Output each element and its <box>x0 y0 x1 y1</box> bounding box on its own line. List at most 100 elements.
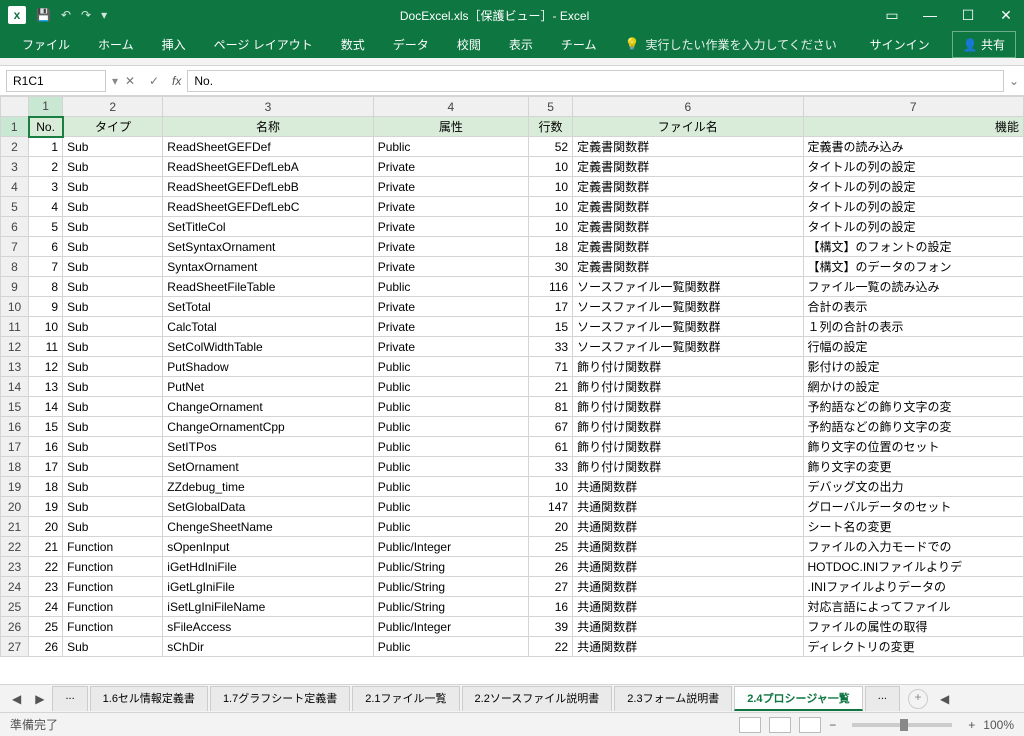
sheet-tab[interactable]: ... <box>865 686 900 711</box>
cell[interactable]: 定義書関数群 <box>573 137 803 157</box>
zoom-in-icon[interactable]: + <box>968 718 975 732</box>
cell[interactable]: ファイルの入力モードでの <box>803 537 1023 557</box>
cell[interactable]: Private <box>373 157 528 177</box>
cell[interactable]: 11 <box>29 337 63 357</box>
cell[interactable]: Sub <box>63 477 163 497</box>
cell[interactable]: 10 <box>29 317 63 337</box>
row-header[interactable]: 7 <box>1 237 29 257</box>
share-button[interactable]: 👤 共有 <box>952 31 1016 58</box>
column-header[interactable]: 5 <box>529 97 573 117</box>
cell[interactable]: 18 <box>529 237 573 257</box>
column-header[interactable]: 2 <box>63 97 163 117</box>
column-header[interactable]: 6 <box>573 97 803 117</box>
header-cell[interactable]: 機能 <box>803 117 1023 137</box>
sign-in[interactable]: サインイン <box>860 32 940 57</box>
cell[interactable]: 飾り文字の変更 <box>803 457 1023 477</box>
cell[interactable]: 【構文】のフォントの設定 <box>803 237 1023 257</box>
sheet-tab[interactable]: 2.2ソースファイル説明書 <box>462 686 613 711</box>
cell[interactable]: Sub <box>63 517 163 537</box>
row-header[interactable]: 5 <box>1 197 29 217</box>
cell[interactable]: 15 <box>529 317 573 337</box>
cell[interactable]: 20 <box>529 517 573 537</box>
cell[interactable]: ReadSheetFileTable <box>163 277 373 297</box>
cell[interactable]: 22 <box>29 557 63 577</box>
cell[interactable]: iGetHdIniFile <box>163 557 373 577</box>
cell[interactable]: タイトルの列の設定 <box>803 157 1023 177</box>
cell[interactable]: Sub <box>63 277 163 297</box>
row-header[interactable]: 13 <box>1 357 29 377</box>
cell[interactable]: 10 <box>529 217 573 237</box>
column-header[interactable]: 4 <box>373 97 528 117</box>
sheet-tab[interactable]: 2.3フォーム説明書 <box>614 686 732 711</box>
cell[interactable]: 16 <box>29 437 63 457</box>
cell[interactable]: 3 <box>29 177 63 197</box>
cell[interactable]: Sub <box>63 237 163 257</box>
cell[interactable]: SyntaxOrnament <box>163 257 373 277</box>
row-header[interactable]: 24 <box>1 577 29 597</box>
cell[interactable]: Public <box>373 277 528 297</box>
cell[interactable]: Public/Integer <box>373 617 528 637</box>
add-sheet-button[interactable]: + <box>908 689 928 709</box>
header-cell[interactable]: ファイル名 <box>573 117 803 137</box>
cell[interactable]: 合計の表示 <box>803 297 1023 317</box>
column-header[interactable]: 1 <box>29 97 63 117</box>
ribbon-tab[interactable]: ホーム <box>84 32 148 57</box>
cell[interactable]: Function <box>63 577 163 597</box>
cell[interactable]: 定義書関数群 <box>573 177 803 197</box>
header-cell[interactable]: 属性 <box>373 117 528 137</box>
cell[interactable]: デバッグ文の出力 <box>803 477 1023 497</box>
cell[interactable]: 共通関数群 <box>573 637 803 657</box>
cell[interactable]: シート名の変更 <box>803 517 1023 537</box>
cell[interactable]: Sub <box>63 377 163 397</box>
cell[interactable]: 10 <box>529 477 573 497</box>
cell[interactable]: Function <box>63 537 163 557</box>
cell[interactable]: 16 <box>529 597 573 617</box>
close-icon[interactable]: ✕ <box>996 7 1016 24</box>
cell[interactable]: Public <box>373 517 528 537</box>
cell[interactable]: Public <box>373 637 528 657</box>
cell[interactable]: ChangeOrnament <box>163 397 373 417</box>
fx-icon[interactable]: fx <box>166 74 187 88</box>
sheet-tab[interactable]: 1.6セル情報定義書 <box>90 686 208 711</box>
column-header[interactable]: 7 <box>803 97 1023 117</box>
select-all[interactable] <box>1 97 29 117</box>
cell[interactable]: 飾り付け関数群 <box>573 417 803 437</box>
cell[interactable]: SetGlobalData <box>163 497 373 517</box>
cell[interactable]: 6 <box>29 237 63 257</box>
cell[interactable]: 7 <box>29 257 63 277</box>
row-header[interactable]: 17 <box>1 437 29 457</box>
cancel-formula-icon[interactable]: ✕ <box>118 74 142 88</box>
cell[interactable]: Function <box>63 617 163 637</box>
ribbon-tab[interactable]: 校閲 <box>443 32 495 57</box>
cell[interactable]: 共通関数群 <box>573 537 803 557</box>
row-header[interactable]: 25 <box>1 597 29 617</box>
cell[interactable]: 飾り付け関数群 <box>573 397 803 417</box>
ribbon-tab[interactable]: チーム <box>547 32 611 57</box>
cell[interactable]: 5 <box>29 217 63 237</box>
cell[interactable]: .INIファイルよりデータの <box>803 577 1023 597</box>
cell[interactable]: Sub <box>63 357 163 377</box>
cell[interactable]: Public/String <box>373 557 528 577</box>
view-page-break-icon[interactable] <box>799 717 821 733</box>
row-header[interactable]: 10 <box>1 297 29 317</box>
cell[interactable]: Private <box>373 297 528 317</box>
cell[interactable]: sChDir <box>163 637 373 657</box>
cell[interactable]: Public <box>373 437 528 457</box>
view-normal-icon[interactable] <box>739 717 761 733</box>
sheet-nav-next-icon[interactable]: ▶ <box>29 692 50 706</box>
cell[interactable]: ReadSheetGEFDefLebC <box>163 197 373 217</box>
cell[interactable]: SetSyntaxOrnament <box>163 237 373 257</box>
cell[interactable]: 共通関数群 <box>573 617 803 637</box>
cell[interactable]: 12 <box>29 357 63 377</box>
cell[interactable]: Sub <box>63 337 163 357</box>
cell[interactable]: PutShadow <box>163 357 373 377</box>
cell[interactable]: Public/String <box>373 577 528 597</box>
cell[interactable]: 4 <box>29 197 63 217</box>
cell[interactable]: 1 <box>29 137 63 157</box>
row-header[interactable]: 11 <box>1 317 29 337</box>
cell[interactable]: Public <box>373 417 528 437</box>
cell[interactable]: 15 <box>29 417 63 437</box>
cell[interactable]: 30 <box>529 257 573 277</box>
ribbon-tab[interactable]: 数式 <box>327 32 379 57</box>
header-cell[interactable]: タイプ <box>63 117 163 137</box>
